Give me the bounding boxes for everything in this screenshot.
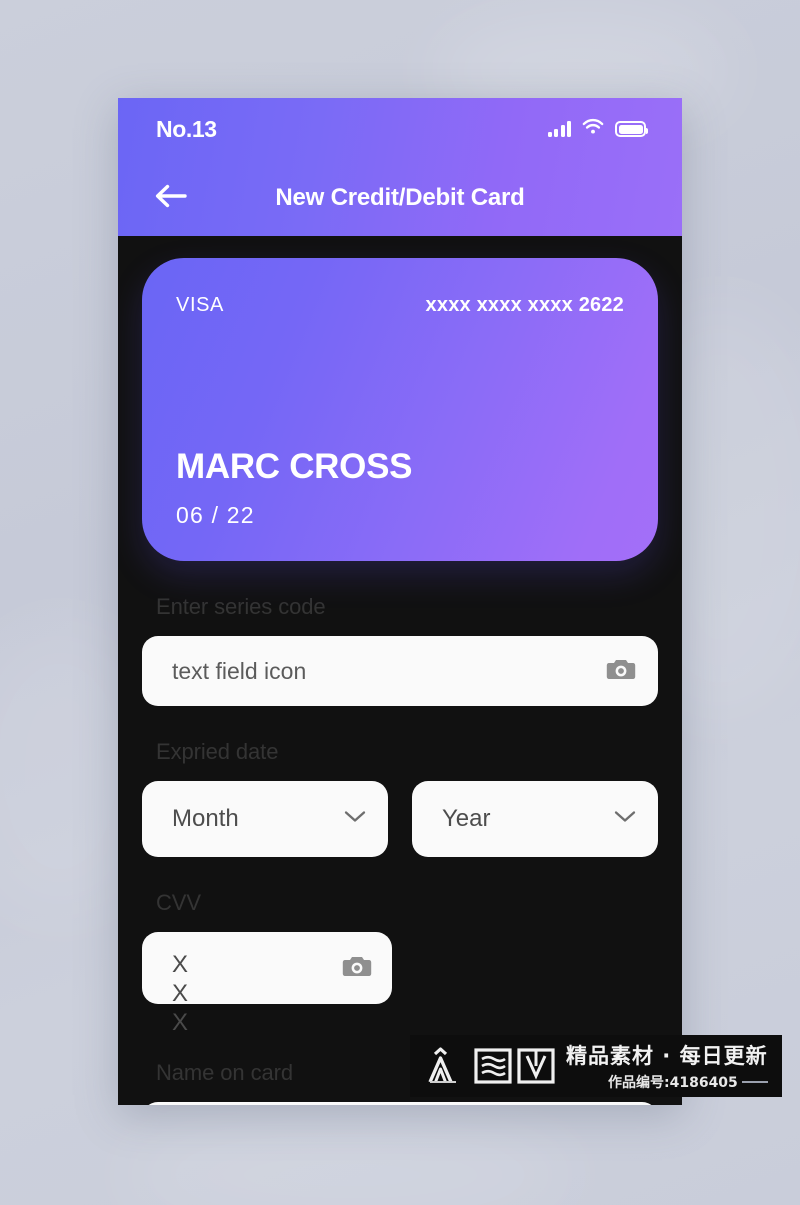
watermark-tagline: 精品素材 · 每日更新 bbox=[566, 1044, 768, 1068]
chevron-down-icon bbox=[614, 810, 636, 828]
app-header: No.13 New Credit/Debit Card bbox=[118, 98, 682, 236]
card-expiry-date: 06 / 22 bbox=[176, 502, 255, 528]
camera-icon[interactable] bbox=[606, 656, 636, 687]
page-title: New Credit/Debit Card bbox=[275, 184, 525, 211]
name-on-card-input[interactable] bbox=[142, 1102, 658, 1105]
status-bar: No.13 bbox=[118, 98, 682, 160]
camera-icon[interactable] bbox=[342, 953, 372, 984]
cvv-field-wrapper: X X X bbox=[142, 932, 392, 1036]
watermark: 精品素材 · 每日更新 作品编号:4186405 bbox=[410, 1035, 782, 1097]
watermark-logo bbox=[426, 1046, 556, 1086]
watermark-divider bbox=[742, 1081, 768, 1083]
card-bottom-row: MARC CROSS 06 / 22 bbox=[176, 449, 624, 529]
series-code-value: text field icon bbox=[172, 657, 307, 684]
card-brand-label: VISA bbox=[176, 294, 224, 316]
phone-mockup: No.13 New Credit/Debit Card VISA xxxx xx… bbox=[118, 98, 682, 1105]
wifi-icon bbox=[582, 118, 604, 140]
year-select[interactable]: Year bbox=[412, 781, 658, 857]
year-select-value: Year bbox=[442, 805, 491, 832]
chevron-down-icon bbox=[344, 810, 366, 828]
expiry-row: Month Year bbox=[142, 781, 658, 857]
series-code-label: Enter series code bbox=[156, 594, 326, 619]
card-holder-name: MARC CROSS bbox=[176, 447, 413, 486]
signal-icon bbox=[547, 121, 571, 137]
month-select[interactable]: Month bbox=[142, 781, 388, 857]
credit-card-preview: VISA xxxx xxxx xxxx 2622 MARC CROSS 06 /… bbox=[142, 258, 658, 561]
card-top-row: VISA xxxx xxxx xxxx 2622 bbox=[176, 294, 624, 317]
arrow-left-icon bbox=[154, 183, 188, 214]
cvv-digits: X X X bbox=[172, 950, 212, 1037]
back-button[interactable] bbox=[148, 178, 194, 218]
series-code-input[interactable]: text field icon bbox=[142, 636, 658, 706]
card-number-label: xxxx xxxx xxxx 2622 bbox=[425, 294, 624, 316]
status-bar-label: No.13 bbox=[156, 115, 217, 142]
watermark-divider bbox=[430, 1081, 456, 1083]
cvv-label: CVV bbox=[156, 890, 201, 915]
watermark-text: 精品素材 · 每日更新 作品编号:4186405 bbox=[566, 1040, 768, 1092]
navigation-row: New Credit/Debit Card bbox=[118, 160, 682, 236]
expiry-date-label: Expried date bbox=[156, 739, 279, 764]
cvv-digit: X bbox=[172, 1009, 189, 1036]
background-blob bbox=[120, 1120, 580, 1205]
screen-body: VISA xxxx xxxx xxxx 2622 MARC CROSS 06 /… bbox=[118, 236, 682, 1105]
status-bar-icons bbox=[547, 118, 648, 140]
cvv-digit: X bbox=[172, 980, 189, 1007]
cvv-digit: X bbox=[172, 951, 189, 978]
battery-icon bbox=[615, 121, 648, 137]
month-select-value: Month bbox=[172, 805, 239, 832]
